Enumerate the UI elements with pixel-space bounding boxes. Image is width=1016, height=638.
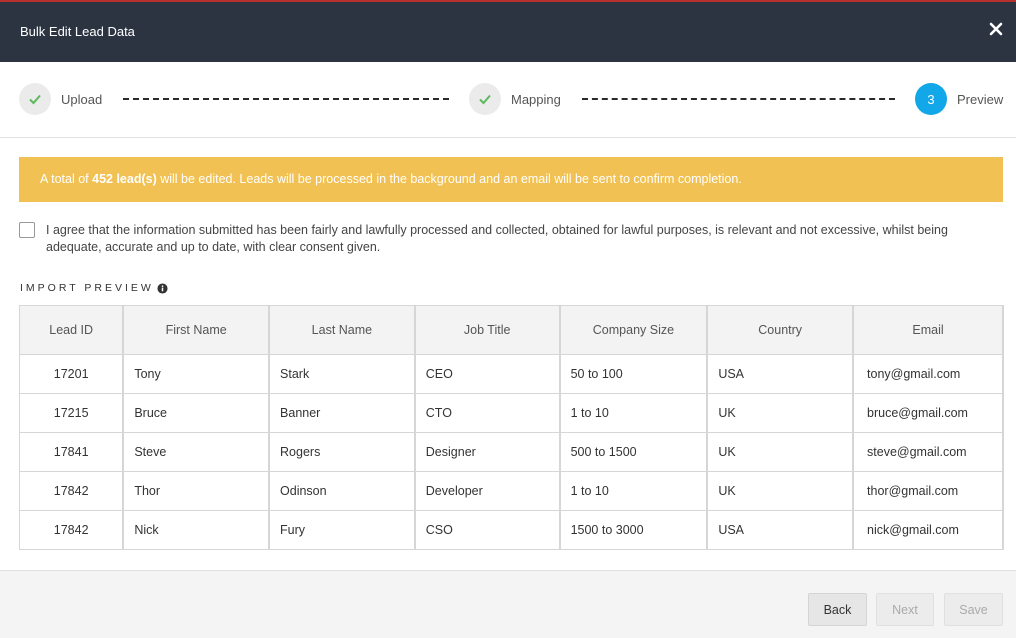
- table-cell: CEO: [414, 354, 561, 394]
- table-cell: Steve: [122, 432, 271, 472]
- table-cell: USA: [706, 354, 855, 394]
- table-cell: Fury: [268, 510, 416, 550]
- banner-count: 452 lead(s): [92, 172, 157, 186]
- step-connector: [123, 98, 449, 100]
- check-icon: [19, 83, 51, 115]
- step-label: Upload: [61, 91, 103, 107]
- column-header[interactable]: First Name: [122, 305, 271, 355]
- save-button[interactable]: Save: [944, 593, 1003, 626]
- table-cell: 17215: [19, 393, 125, 433]
- table-cell: Stark: [268, 354, 416, 394]
- column-header[interactable]: Company Size: [559, 305, 709, 355]
- table-row: 17842 Nick Fury CSO 1500 to 3000 USA nic…: [19, 510, 1004, 550]
- column-header[interactable]: Last Name: [268, 305, 416, 355]
- bulk-edit-modal: Bulk Edit Lead Data Upload Mapping 3 Pre…: [0, 0, 1016, 638]
- info-icon[interactable]: [157, 282, 168, 294]
- step-label: Preview: [957, 91, 1004, 107]
- table-row: 17201 Tony Stark CEO 50 to 100 USA tony@…: [19, 354, 1004, 394]
- table-cell: UK: [706, 393, 855, 433]
- banner-prefix: A total of: [40, 172, 93, 186]
- column-header[interactable]: Lead ID: [19, 305, 125, 355]
- table-cell: 17842: [19, 510, 125, 550]
- table-cell: Bruce: [122, 393, 271, 433]
- step-mapping: Mapping: [469, 83, 561, 115]
- table-row: 17215 Bruce Banner CTO 1 to 10 UK bruce@…: [19, 393, 1004, 433]
- modal-header: Bulk Edit Lead Data: [0, 2, 1016, 62]
- step-label: Mapping: [511, 91, 561, 107]
- next-button[interactable]: Next: [876, 593, 934, 626]
- consent-checkbox[interactable]: [19, 222, 35, 238]
- table-cell: Banner: [268, 393, 416, 433]
- table-cell: 1 to 10: [559, 393, 709, 433]
- table-cell: UK: [706, 471, 855, 511]
- table-cell: bruce@gmail.com: [852, 393, 1004, 433]
- consent-text: I agree that the information submitted h…: [46, 223, 948, 254]
- table-cell: CSO: [414, 510, 561, 550]
- table-cell: 17842: [19, 471, 125, 511]
- table-cell: Designer: [414, 432, 561, 472]
- section-title: IMPORT PREVIEW: [20, 282, 168, 294]
- table-cell: nick@gmail.com: [852, 510, 1004, 550]
- table-cell: steve@gmail.com: [852, 432, 1004, 472]
- table-cell: USA: [706, 510, 855, 550]
- modal-footer: Back Next Save: [0, 570, 1016, 638]
- step-preview: 3 Preview: [915, 83, 1003, 115]
- table-cell: UK: [706, 432, 855, 472]
- table-cell: 50 to 100: [559, 354, 709, 394]
- back-button[interactable]: Back: [808, 593, 867, 626]
- table-cell: thor@gmail.com: [852, 471, 1004, 511]
- step-number-badge: 3: [915, 83, 947, 115]
- table-cell: Nick: [122, 510, 271, 550]
- table-header-row: Lead ID First Name Last Name Job Title C…: [19, 305, 1004, 355]
- table-cell: 1500 to 3000: [559, 510, 709, 550]
- column-header[interactable]: Country: [706, 305, 855, 355]
- table-cell: 1 to 10: [559, 471, 709, 511]
- check-icon: [469, 83, 501, 115]
- table-cell: 500 to 1500: [559, 432, 709, 472]
- table-cell: Developer: [414, 471, 561, 511]
- table-cell: Tony: [122, 354, 271, 394]
- step-upload: Upload: [19, 83, 102, 115]
- table-row: 17842 Thor Odinson Developer 1 to 10 UK …: [19, 471, 1004, 511]
- table-cell: CTO: [414, 393, 561, 433]
- section-title-label: IMPORT PREVIEW: [20, 282, 154, 294]
- table-cell: Odinson: [268, 471, 416, 511]
- close-icon[interactable]: [988, 21, 1004, 37]
- table-cell: 17841: [19, 432, 125, 472]
- table-cell: tony@gmail.com: [852, 354, 1004, 394]
- modal-title: Bulk Edit Lead Data: [20, 24, 135, 39]
- table-cell: Thor: [122, 471, 271, 511]
- banner-suffix: will be edited. Leads will be processed …: [156, 172, 742, 186]
- table-row: 17841 Steve Rogers Designer 500 to 1500 …: [19, 432, 1004, 472]
- table-cell: Rogers: [268, 432, 416, 472]
- stepper: Upload Mapping 3 Preview: [0, 62, 1016, 138]
- preview-table: Lead ID First Name Last Name Job Title C…: [19, 305, 1004, 550]
- column-header[interactable]: Email: [852, 305, 1004, 355]
- table-cell: 17201: [19, 354, 125, 394]
- column-header[interactable]: Job Title: [414, 305, 561, 355]
- notice-banner: A total of 452 lead(s) will be edited. L…: [19, 157, 1003, 202]
- step-connector: [582, 98, 895, 100]
